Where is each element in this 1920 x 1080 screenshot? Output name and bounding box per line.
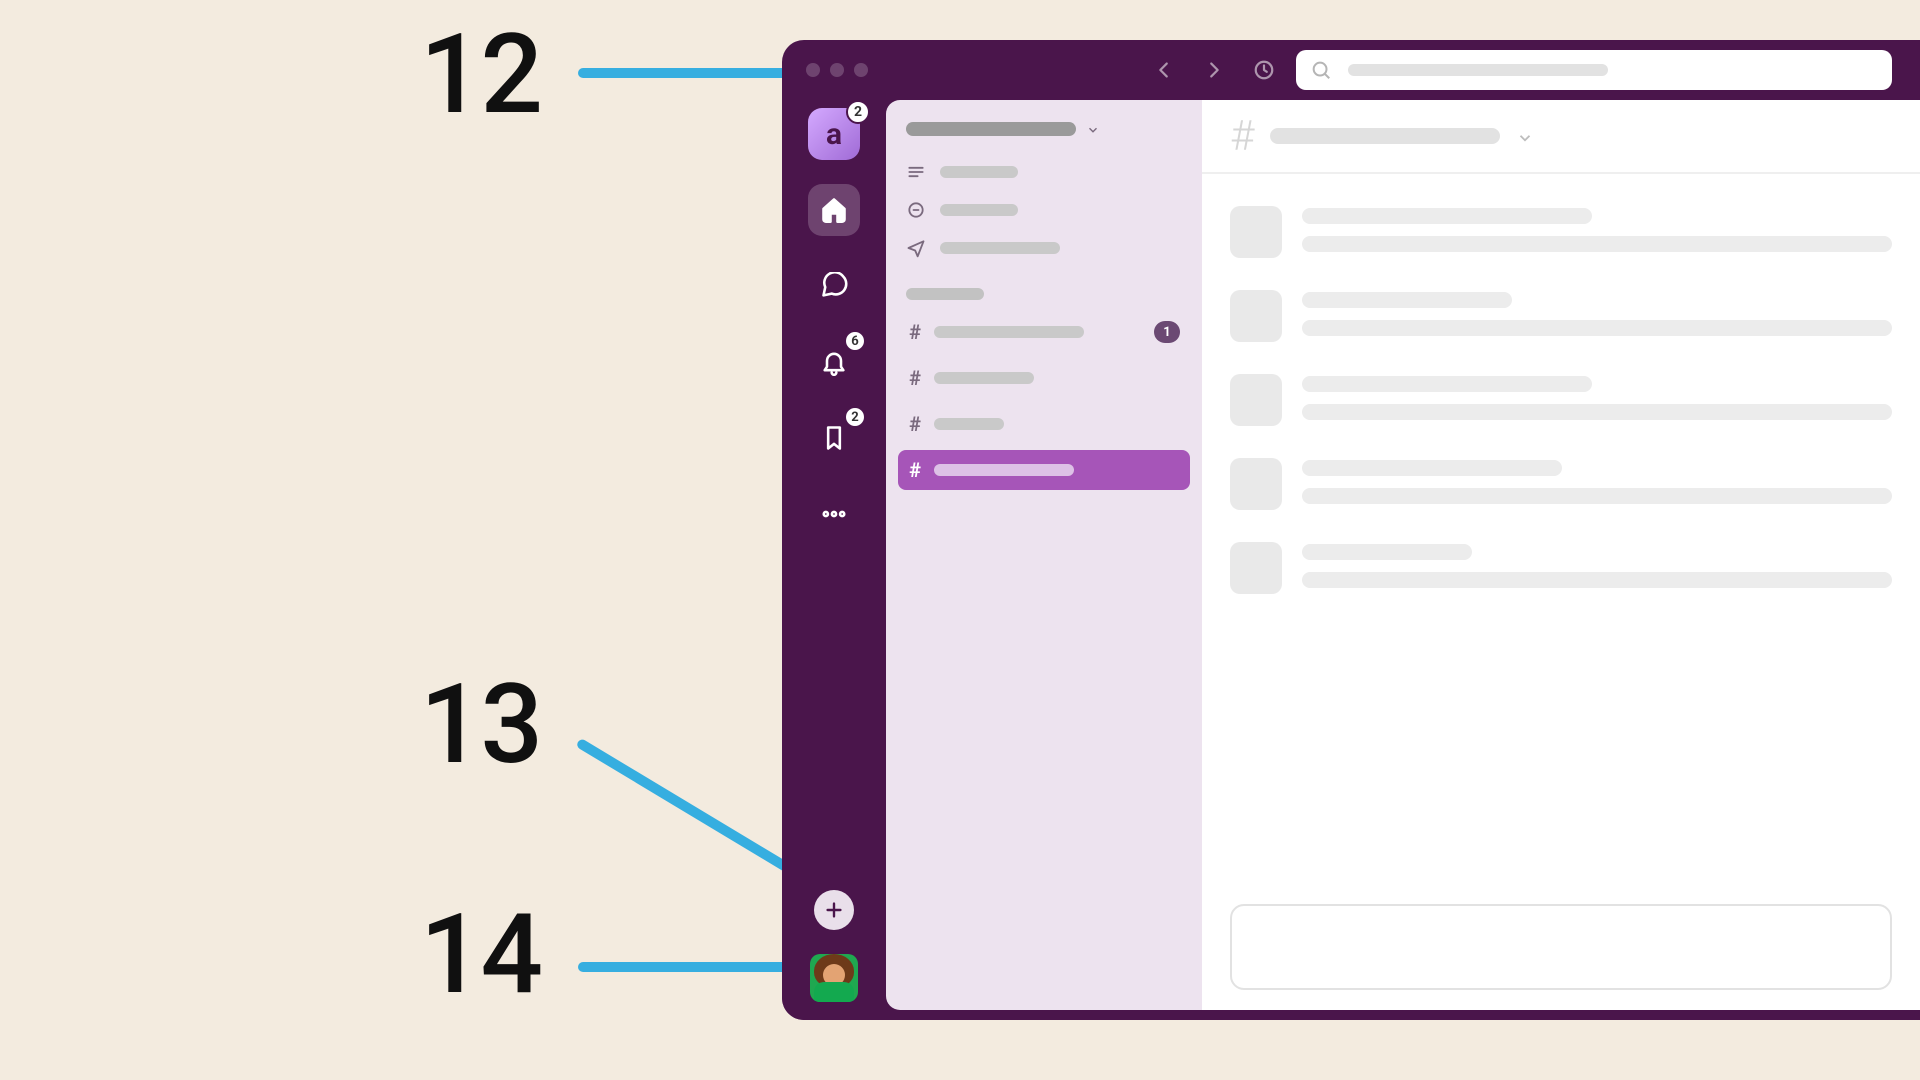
ellipsis-icon <box>820 500 848 528</box>
workspace-switcher[interactable]: a 2 <box>808 108 860 160</box>
workspace-letter: a <box>826 117 842 152</box>
channel-name-skeleton <box>934 372 1034 384</box>
message-skeleton-line <box>1302 404 1892 420</box>
message-skeleton-line <box>1302 292 1512 308</box>
message-skeleton-line <box>1302 376 1592 392</box>
window-control-dot[interactable] <box>830 63 844 77</box>
message-avatar[interactable] <box>1230 458 1282 510</box>
message-item[interactable] <box>1230 542 1892 594</box>
message-item[interactable] <box>1230 458 1892 510</box>
sidebar-item-label <box>940 166 1018 178</box>
chevron-right-icon <box>1203 59 1225 81</box>
search-icon <box>1310 59 1332 81</box>
channel-name-skeleton <box>934 464 1074 476</box>
section-header-label <box>906 288 984 300</box>
message-avatar[interactable] <box>1230 542 1282 594</box>
sidebar-item-unreads[interactable] <box>898 156 1190 188</box>
annotation-12-label: 12 <box>420 20 541 130</box>
bookmark-icon <box>820 424 848 452</box>
channel-sidebar: # 1 # # # <box>886 100 1202 1010</box>
channels-section-header[interactable] <box>898 270 1190 306</box>
channel-header[interactable]: # <box>1202 100 1920 174</box>
message-avatar[interactable] <box>1230 290 1282 342</box>
annotation-13-label: 13 <box>420 670 541 780</box>
window-control-dot[interactable] <box>854 63 868 77</box>
bell-icon <box>820 348 848 376</box>
window-control-dot[interactable] <box>806 63 820 77</box>
top-toolbar <box>782 40 1920 100</box>
sidebar-item-drafts[interactable] <box>898 232 1190 264</box>
message-item[interactable] <box>1230 206 1892 258</box>
channel-item-active[interactable]: # <box>898 450 1190 490</box>
rail-dms-button[interactable] <box>808 260 860 312</box>
rail-home-button[interactable] <box>808 184 860 236</box>
rail-later-button[interactable]: 2 <box>808 412 860 464</box>
channel-name-skeleton <box>934 326 1084 338</box>
workspace-badge: 2 <box>846 100 870 124</box>
workspace-title[interactable] <box>898 116 1190 150</box>
clock-icon <box>1253 59 1275 81</box>
message-item[interactable] <box>1230 290 1892 342</box>
chevron-down-icon <box>1516 129 1530 143</box>
lines-icon <box>906 162 926 182</box>
activity-badge: 6 <box>844 330 866 352</box>
chevron-left-icon <box>1153 59 1175 81</box>
send-icon <box>906 238 926 258</box>
message-skeleton-line <box>1302 544 1472 560</box>
hash-icon: # <box>1230 112 1254 161</box>
home-icon <box>820 196 848 224</box>
channel-item[interactable]: # <box>898 358 1190 398</box>
hash-icon: # <box>908 320 922 344</box>
app-window: a 2 6 2 <box>782 40 1920 1020</box>
workspace-rail: a 2 6 2 <box>782 100 886 1020</box>
later-badge: 2 <box>844 406 866 428</box>
user-avatar[interactable] <box>810 954 858 1002</box>
nav-back-button[interactable] <box>1146 52 1182 88</box>
create-new-button[interactable] <box>814 890 854 930</box>
message-skeleton-line <box>1302 488 1892 504</box>
plus-icon <box>823 899 845 921</box>
message-composer[interactable] <box>1230 904 1892 990</box>
rail-activity-button[interactable]: 6 <box>808 336 860 388</box>
channel-unread-badge: 1 <box>1154 321 1180 343</box>
history-button[interactable] <box>1246 52 1282 88</box>
message-item[interactable] <box>1230 374 1892 426</box>
sidebar-item-label <box>940 204 1018 216</box>
sidebar-item-label <box>940 242 1060 254</box>
hash-icon: # <box>908 458 922 482</box>
rail-more-button[interactable] <box>808 488 860 540</box>
message-avatar[interactable] <box>1230 206 1282 258</box>
annotation-14-label: 14 <box>420 900 541 1010</box>
thread-icon <box>906 200 926 220</box>
nav-forward-button[interactable] <box>1196 52 1232 88</box>
main-pane: # <box>1202 100 1920 1010</box>
search-placeholder-skeleton <box>1348 64 1608 76</box>
workspace-name-skeleton <box>906 122 1076 136</box>
channel-name-skeleton <box>934 418 1004 430</box>
chevron-down-icon <box>1086 122 1100 136</box>
message-avatar[interactable] <box>1230 374 1282 426</box>
channel-title-skeleton <box>1270 128 1500 144</box>
hash-icon: # <box>908 366 922 390</box>
search-input[interactable] <box>1296 50 1892 90</box>
sidebar-item-threads[interactable] <box>898 194 1190 226</box>
dm-icon <box>820 272 848 300</box>
channel-item[interactable]: # <box>898 404 1190 444</box>
annotation-14-leader <box>578 962 796 972</box>
avatar-body <box>814 982 854 1002</box>
message-skeleton-line <box>1302 320 1892 336</box>
message-skeleton-line <box>1302 460 1562 476</box>
message-skeleton-line <box>1302 236 1892 252</box>
hash-icon: # <box>908 412 922 436</box>
message-skeleton-line <box>1302 572 1892 588</box>
message-list[interactable] <box>1202 174 1920 884</box>
window-controls[interactable] <box>796 63 868 77</box>
channel-item[interactable]: # 1 <box>898 312 1190 352</box>
message-skeleton-line <box>1302 208 1592 224</box>
annotation-13-leader <box>575 738 808 884</box>
